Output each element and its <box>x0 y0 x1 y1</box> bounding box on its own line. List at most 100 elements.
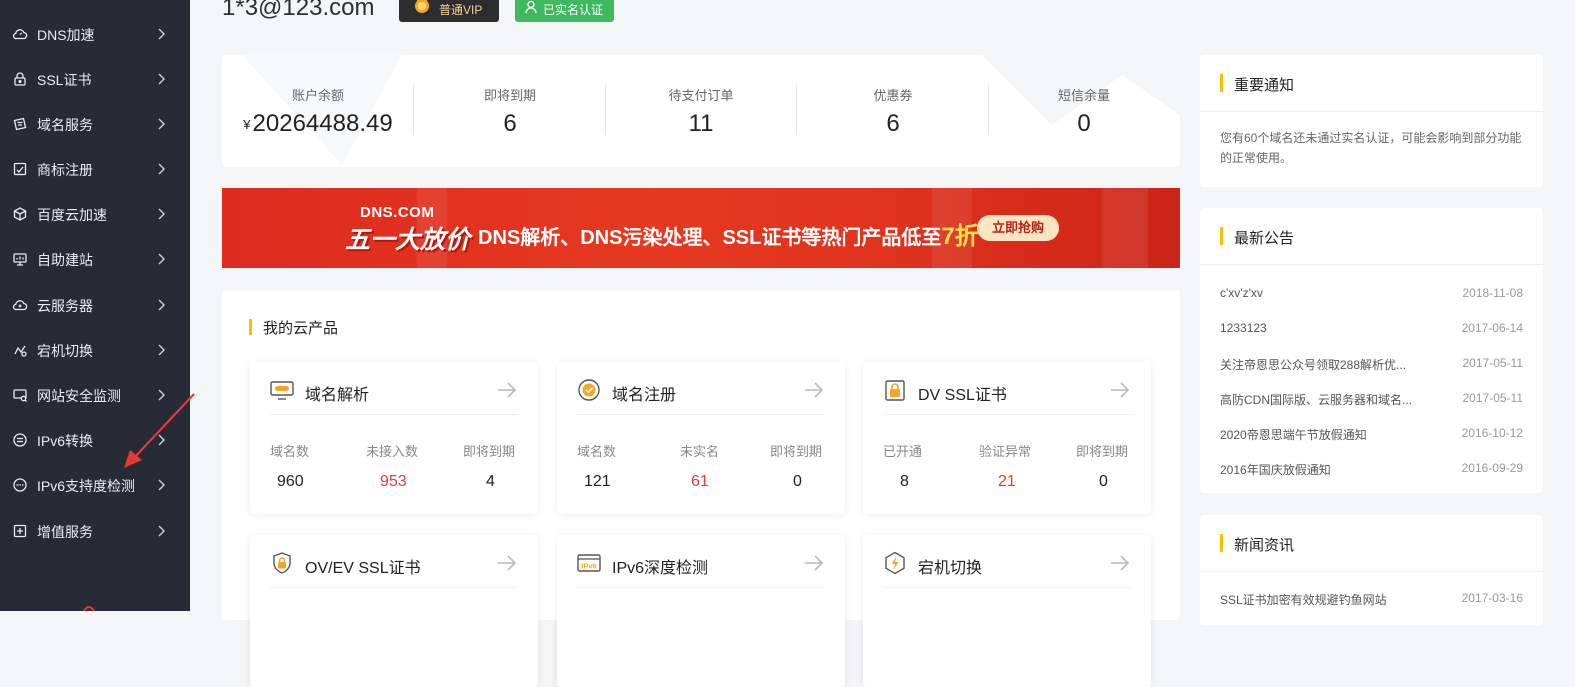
product-name: 宕机切换 <box>918 560 983 577</box>
stat-expiring[interactable]: 即将到期 6 <box>414 85 606 138</box>
vip-badge[interactable]: 普通VIP <box>399 0 499 22</box>
card-divider <box>883 587 1131 588</box>
announcement-title[interactable]: 1233123 <box>1220 321 1267 335</box>
product-card-ipv6-depth[interactable]: IPv6 IPv6深度检测 <box>557 535 845 687</box>
stat-balance[interactable]: 账户余额 ¥20264488.49 <box>222 85 414 138</box>
metric-label: 域名数 <box>270 444 310 459</box>
stat-label: 短信余量 <box>1057 88 1110 103</box>
metric-label: 即将到期 <box>463 444 516 459</box>
sidebar-item-cloud-server[interactable]: 云服务器 <box>0 285 190 325</box>
sidebar-item-label: 网站安全监测 <box>37 388 121 404</box>
news-title[interactable]: SSL证书加密有效规避钓鱼网站 <box>1220 591 1387 608</box>
announcement-item[interactable]: c'xv'z'xv 2018-11-08 <box>1220 286 1523 306</box>
title-accent-bar <box>1220 227 1223 245</box>
product-name: 域名解析 <box>305 387 370 404</box>
announcement-title[interactable]: 2020帝恩思端午节放假通知 <box>1220 426 1367 443</box>
sidebar-item-dns-acceleration[interactable]: DNS加速 <box>0 14 190 54</box>
announcement-title[interactable]: 高防CDN国际版、云服务器和域名... <box>1220 391 1412 408</box>
security-monitor-icon <box>12 387 28 403</box>
arrow-right-icon[interactable] <box>803 553 825 573</box>
title-accent-bar <box>249 319 252 335</box>
sidebar-item-domain[interactable]: 域名服务 <box>0 104 190 144</box>
sidebar-item-label: IPv6转换 <box>37 433 94 449</box>
sidebar-item-failover[interactable]: 宕机切换 <box>0 330 190 370</box>
card-header: 重要通知 <box>1200 55 1543 112</box>
announcement-title[interactable]: c'xv'z'xv <box>1220 286 1263 300</box>
arrow-right-icon[interactable] <box>496 380 518 400</box>
ipv6-convert-icon <box>12 432 28 448</box>
stat-coupons[interactable]: 优惠券 6 <box>797 85 989 138</box>
sidebar-item-trademark[interactable]: 商标注册 <box>0 149 190 189</box>
my-cloud-products-panel: 我的云产品 域名解析 域名数 未接入数 即将到期 960 953 4 域名注册 … <box>222 290 1180 687</box>
metric-value[interactable]: 0 <box>1099 473 1108 491</box>
product-card-ov-ev-ssl[interactable]: OV/EV SSL证书 <box>250 535 538 687</box>
banner-discount: 7折 <box>941 223 979 250</box>
sidebar-item-ssl[interactable]: SSL证书 <box>0 59 190 99</box>
ipv6-depth-icon: IPv6 <box>577 554 601 572</box>
product-card-dv-ssl[interactable]: DV SSL证书 已开通 验证异常 即将到期 8 21 0 <box>863 362 1151 514</box>
verified-badge[interactable]: 已实名认证 <box>515 0 614 22</box>
sidebar-item-label: 宕机切换 <box>37 343 93 359</box>
announcement-date: 2017-05-11 <box>1462 391 1524 405</box>
banner-brand: DNS.COM <box>360 204 435 221</box>
arrow-right-icon[interactable] <box>1109 553 1131 573</box>
notice-text[interactable]: 您有60个域名还未通过实名认证，可能会影响到部分功能的正常使用。 <box>1220 128 1525 168</box>
cloud-speed-icon <box>12 26 28 42</box>
sidebar-item-baidu-cloud[interactable]: 百度云加速 <box>0 194 190 234</box>
card-divider <box>577 414 825 415</box>
announcement-item[interactable]: 1233123 2017-06-14 <box>1220 321 1523 341</box>
domain-register-icon <box>578 379 600 401</box>
announcement-date: 2017-06-14 <box>1461 321 1523 335</box>
promo-banner[interactable]: DNS.COM 五一大放价 DNS解析、DNS污染处理、SSL证书等热门产品低至… <box>222 188 1180 268</box>
announcement-title[interactable]: 关注帝恩思公众号领取288解析优... <box>1220 356 1406 373</box>
announcement-title[interactable]: 2016年国庆放假通知 <box>1220 461 1331 478</box>
metric-value[interactable]: 61 <box>691 473 709 491</box>
metric-value[interactable]: 960 <box>277 473 304 491</box>
sidebar-item-site-builder[interactable]: 自助建站 <box>0 239 190 279</box>
card-header: 新闻资讯 <box>1200 515 1543 572</box>
product-card-domain-register[interactable]: 域名注册 域名数 未实名 即将到期 121 61 0 <box>557 362 845 514</box>
metric-label: 未接入数 <box>366 444 419 459</box>
card-header: 最新公告 <box>1200 208 1543 265</box>
metric-value[interactable]: 121 <box>584 473 611 491</box>
announcement-item[interactable]: 2020帝恩思端午节放假通知 2016-10-12 <box>1220 426 1523 446</box>
sidebar: DNS加速 SSL证书 域名服务 商标注册 百度云加速 自助建站 云服务器 宕机… <box>0 0 190 611</box>
arrow-right-icon[interactable] <box>1109 380 1131 400</box>
product-card-failover[interactable]: 宕机切换 <box>863 535 1151 687</box>
metric-value[interactable]: 21 <box>998 473 1016 491</box>
monitor-chart-icon <box>12 251 28 267</box>
title-accent-bar <box>1220 74 1223 92</box>
vip-label: 普通VIP <box>439 3 483 17</box>
buy-now-button[interactable]: 立即抢购 <box>977 215 1059 241</box>
announcement-item[interactable]: 2016年国庆放假通知 2016-09-29 <box>1220 461 1523 481</box>
stat-pending-orders[interactable]: 待支付订单 11 <box>605 85 797 138</box>
chevron-right-icon <box>158 208 165 220</box>
stat-sms-balance[interactable]: 短信余量 0 <box>988 85 1180 138</box>
metric-label: 未实名 <box>680 444 720 459</box>
product-card-dns-resolve[interactable]: 域名解析 域名数 未接入数 即将到期 960 953 4 <box>250 362 538 514</box>
arrow-right-icon[interactable] <box>803 380 825 400</box>
metric-value[interactable]: 8 <box>900 473 909 491</box>
metric-value[interactable]: 953 <box>380 473 407 491</box>
metric-label: 已开通 <box>883 444 923 459</box>
announcement-item[interactable]: 关注帝恩思公众号领取288解析优... 2017-05-11 <box>1220 356 1523 376</box>
arrow-right-icon[interactable] <box>496 553 518 573</box>
sidebar-item-label: 自助建站 <box>37 252 93 268</box>
card-divider <box>883 414 1131 415</box>
metric-value[interactable]: 4 <box>486 473 495 491</box>
domain-tag-icon <box>12 116 28 132</box>
cloud-server-icon <box>12 297 28 313</box>
stat-label: 账户余额 <box>291 88 344 103</box>
trademark-icon <box>12 161 28 177</box>
announcement-date: 2016-10-12 <box>1461 426 1523 440</box>
announcement-item[interactable]: 高防CDN国际版、云服务器和域名... 2017-05-11 <box>1220 391 1523 411</box>
chevron-right-icon <box>158 253 165 265</box>
sidebar-item-value-added[interactable]: 增值服务 <box>0 511 190 551</box>
stat-value: 6 <box>886 110 900 137</box>
value-added-icon <box>12 523 28 539</box>
metric-value[interactable]: 0 <box>793 473 802 491</box>
news-item[interactable]: SSL证书加密有效规避钓鱼网站 2017-03-16 <box>1220 591 1523 611</box>
important-notice-card: 重要通知 您有60个域名还未通过实名认证，可能会影响到部分功能的正常使用。 <box>1200 55 1543 187</box>
card-divider <box>270 587 518 588</box>
failover-icon <box>885 551 905 575</box>
